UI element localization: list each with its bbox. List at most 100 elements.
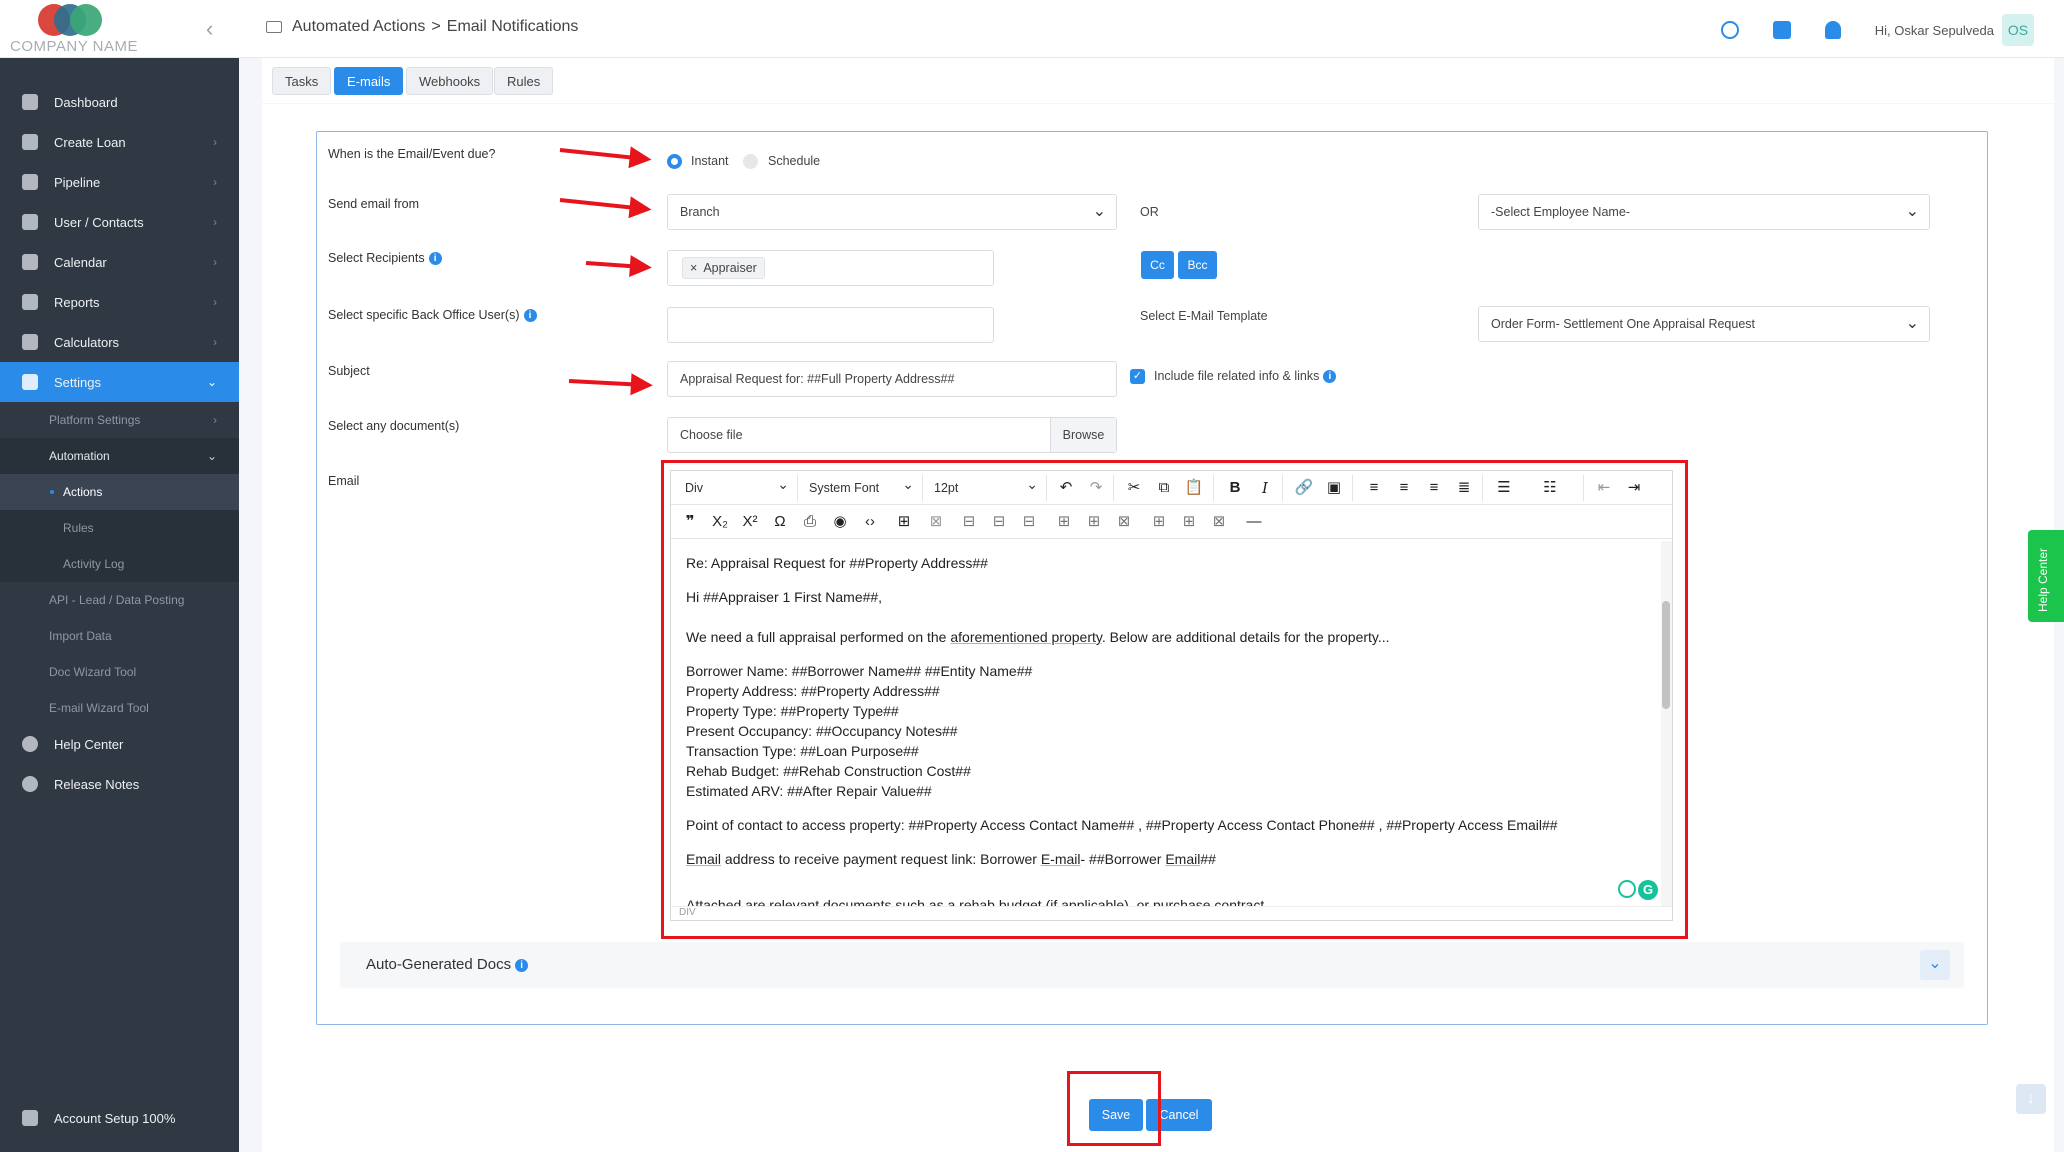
wrench-icon	[22, 374, 38, 390]
template-select[interactable]: Order Form- Settlement One Appraisal Req…	[1478, 306, 1930, 342]
bullet-icon	[50, 490, 54, 494]
accordion-title: Auto-Generated Docs i	[366, 956, 529, 973]
calculator-icon	[22, 334, 38, 350]
help-icon	[22, 736, 38, 752]
send-from-select[interactable]: Branch	[667, 194, 1117, 230]
chevron-right-icon: ›	[213, 215, 217, 229]
breadcrumb: Automated Actions > Email Notifications	[266, 18, 578, 36]
due-label: When is the Email/Event due?	[328, 147, 496, 161]
info-icon[interactable]: i	[428, 252, 442, 265]
scroll-down-icon[interactable]: ↓	[2016, 1084, 2046, 1114]
remove-tag-icon[interactable]: ×	[690, 261, 697, 275]
sidebar-item-dashboard[interactable]: Dashboard	[0, 82, 239, 122]
info-icon[interactable]: i	[523, 309, 537, 322]
bell-icon[interactable]	[1824, 21, 1841, 39]
sidebar-item-account-setup[interactable]: Account Setup 100%	[0, 1098, 239, 1138]
chevron-right-icon: ›	[213, 335, 217, 349]
subject-value: Appraisal Request for: ##Full Property A…	[680, 372, 955, 386]
company-logo[interactable]: COMPANY NAME	[10, 4, 140, 55]
chevron-right-icon: ›	[213, 295, 217, 309]
sidebar-item-automation[interactable]: Automation ⌄	[0, 438, 239, 474]
tab-tasks[interactable]: Tasks	[272, 67, 332, 95]
help-center-tab[interactable]: Help Center	[2028, 530, 2064, 622]
sidebar-item-calculators[interactable]: Calculators ›	[0, 322, 239, 362]
collapse-sidebar-icon[interactable]: ‹	[206, 16, 213, 42]
back-office-input[interactable]	[667, 307, 994, 343]
sidebar-item-activity-log[interactable]: Activity Log	[0, 546, 239, 582]
calendar-icon	[22, 254, 38, 270]
info-icon	[22, 776, 38, 792]
or-label: OR	[1140, 205, 1159, 219]
sidebar-item-create-loan[interactable]: Create Loan ›	[0, 122, 239, 162]
tab-emails[interactable]: E-mails	[334, 67, 404, 95]
send-from-label: Send email from	[328, 197, 420, 211]
mail-icon	[266, 21, 282, 33]
chevron-down-icon[interactable]: ⌄	[1920, 950, 1950, 980]
search-icon[interactable]	[1720, 21, 1739, 39]
home-icon	[22, 94, 38, 110]
document-icon	[22, 134, 38, 150]
chevron-right-icon: ›	[213, 135, 217, 149]
cc-button[interactable]: Cc	[1141, 251, 1174, 279]
subject-label: Subject	[328, 364, 370, 378]
breadcrumb-page: Email Notifications	[446, 18, 579, 35]
progress-icon	[22, 1110, 38, 1126]
list-icon	[22, 174, 38, 190]
annotation-highlight-box	[661, 460, 1688, 939]
bcc-button[interactable]: Bcc	[1178, 251, 1217, 279]
documents-label: Select any document(s)	[328, 419, 460, 433]
breadcrumb-section[interactable]: Automated Actions	[292, 18, 425, 36]
browse-button[interactable]: Browse	[1050, 418, 1116, 452]
notes-icon[interactable]	[1772, 21, 1791, 39]
sidebar-item-settings[interactable]: Settings ⌄	[0, 362, 239, 402]
annotation-highlight-box	[1067, 1071, 1161, 1146]
chevron-right-icon: ›	[213, 413, 217, 427]
file-input[interactable]: Choose file Browse	[667, 417, 1117, 453]
sidebar-item-api-lead[interactable]: API - Lead / Data Posting	[0, 582, 239, 618]
template-label: Select E-Mail Template	[1140, 309, 1268, 323]
sidebar-item-actions[interactable]: Actions	[0, 474, 239, 510]
breadcrumb-separator: >	[431, 18, 441, 35]
employee-select[interactable]: -Select Employee Name-	[1478, 194, 1930, 230]
chevron-down-icon: ⌄	[206, 375, 217, 389]
sidebar-item-reports[interactable]: Reports ›	[0, 282, 239, 322]
sidebar: Dashboard Create Loan › Pipeline › User …	[0, 58, 239, 1152]
top-bar: COMPANY NAME ‹ Automated Actions > Email…	[0, 0, 2064, 58]
recipients-input[interactable]: × Appraiser	[667, 250, 994, 286]
include-info-checkbox[interactable]: ✓	[1130, 369, 1145, 384]
sidebar-item-rules[interactable]: Rules	[0, 510, 239, 546]
include-info-label: Include file related info & links i	[1154, 369, 1337, 383]
info-icon[interactable]: i	[1323, 370, 1337, 383]
instant-label[interactable]: Instant	[691, 154, 729, 168]
chart-icon	[22, 294, 38, 310]
email-label: Email	[328, 474, 360, 488]
sidebar-item-calendar[interactable]: Calendar ›	[0, 242, 239, 282]
subject-input[interactable]: Appraisal Request for: ##Full Property A…	[667, 361, 1117, 397]
sidebar-item-help-center[interactable]: Help Center	[0, 724, 239, 764]
avatar[interactable]: OS	[2002, 14, 2034, 46]
sidebar-item-release-notes[interactable]: Release Notes	[0, 764, 239, 804]
sidebar-item-pipeline[interactable]: Pipeline ›	[0, 162, 239, 202]
sidebar-item-platform-settings[interactable]: Platform Settings ›	[0, 402, 239, 438]
company-name: COMPANY NAME	[10, 38, 138, 55]
chevron-right-icon: ›	[213, 255, 217, 269]
file-placeholder: Choose file	[680, 428, 743, 442]
schedule-radio[interactable]	[743, 154, 758, 169]
user-menu[interactable]: Hi, Oskar Sepulveda OS	[1875, 14, 2034, 46]
sidebar-item-email-wizard[interactable]: E-mail Wizard Tool	[0, 690, 239, 726]
info-icon[interactable]: i	[515, 959, 529, 972]
sidebar-item-user-contacts[interactable]: User / Contacts ›	[0, 202, 239, 242]
chevron-down-icon: ⌄	[206, 449, 217, 463]
send-from-value: Branch	[680, 205, 720, 219]
user-greeting: Hi, Oskar Sepulveda	[1874, 22, 1994, 38]
auto-generated-docs-accordion[interactable]: Auto-Generated Docs i ⌄	[340, 942, 1964, 988]
tab-webhooks[interactable]: Webhooks	[406, 67, 494, 95]
schedule-label[interactable]: Schedule	[768, 154, 820, 168]
sidebar-item-import-data[interactable]: Import Data	[0, 618, 239, 654]
instant-radio[interactable]	[667, 154, 682, 169]
tab-rules[interactable]: Rules	[494, 67, 554, 95]
employee-placeholder: -Select Employee Name-	[1491, 205, 1630, 219]
tabs-bar: Tasks E-mails Webhooks Rules	[262, 58, 2054, 103]
sidebar-item-doc-wizard[interactable]: Doc Wizard Tool	[0, 654, 239, 690]
users-icon	[22, 214, 38, 230]
